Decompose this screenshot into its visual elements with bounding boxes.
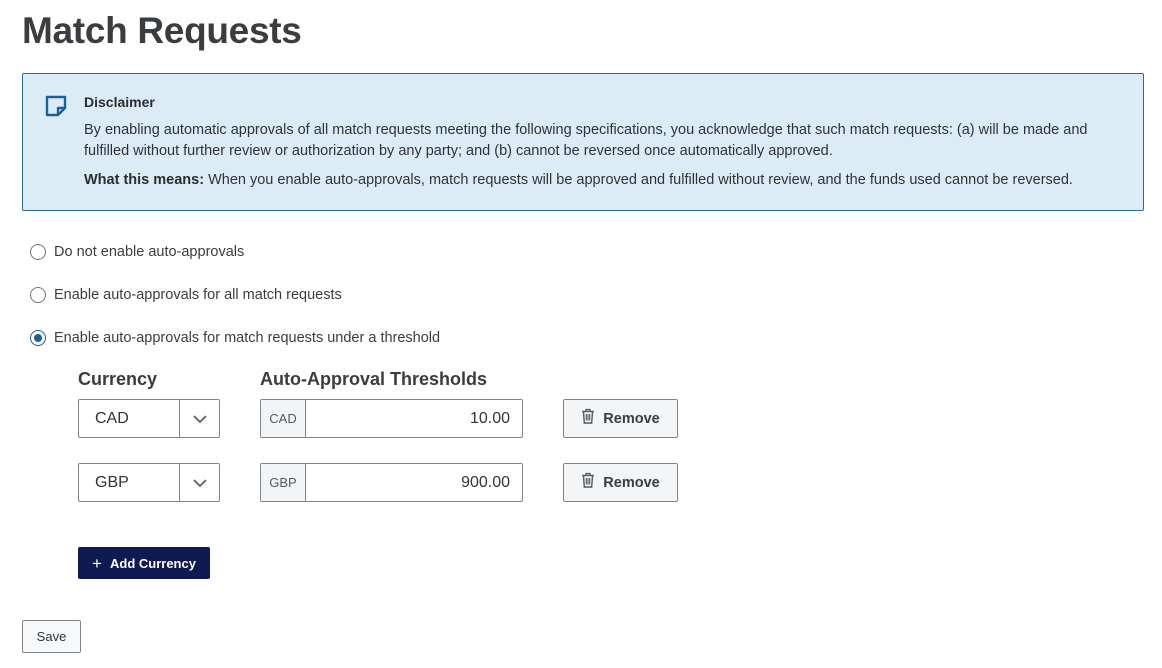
- save-label: Save: [36, 629, 67, 644]
- threshold-input-cad[interactable]: [307, 400, 522, 437]
- radio-enable-threshold[interactable]: [30, 330, 46, 346]
- option-enable-all[interactable]: Enable auto-approvals for all match requ…: [30, 285, 342, 305]
- currency-header: Currency: [78, 369, 158, 389]
- disclaimer-means-text: When you enable auto-approvals, match re…: [204, 172, 1073, 188]
- trash-icon: [581, 408, 595, 429]
- remove-button-gbp[interactable]: Remove: [563, 463, 678, 502]
- remove-button-cad[interactable]: Remove: [563, 399, 678, 438]
- disclaimer-means: What this means: When you enable auto-ap…: [84, 170, 1124, 191]
- threshold-field-cad[interactable]: CAD: [260, 399, 523, 438]
- page-title: Match Requests: [22, 10, 302, 51]
- currency-prefix: CAD: [261, 400, 306, 437]
- currency-select-gbp[interactable]: GBP: [78, 463, 220, 502]
- radio-enable-all[interactable]: [30, 287, 46, 303]
- currency-prefix: GBP: [261, 464, 306, 501]
- trash-icon: [581, 472, 595, 493]
- option-do-not-enable[interactable]: Do not enable auto-approvals: [30, 242, 244, 262]
- currency-select-value: CAD: [95, 410, 129, 427]
- currency-select-value: GBP: [95, 474, 129, 491]
- threshold-header: Auto-Approval Thresholds: [260, 369, 488, 389]
- option-enable-threshold[interactable]: Enable auto-approvals for match requests…: [30, 328, 440, 348]
- add-currency-label: Add Currency: [109, 555, 196, 571]
- disclaimer-body: By enabling automatic approvals of all m…: [84, 122, 1088, 159]
- threshold-field-gbp[interactable]: GBP: [260, 463, 523, 502]
- remove-label: Remove: [603, 410, 660, 427]
- chevron-down-icon[interactable]: [179, 400, 219, 437]
- radio-do-not-enable[interactable]: [30, 244, 46, 260]
- disclaimer-means-label: What this means:: [84, 172, 205, 188]
- add-currency-button[interactable]: + Add Currency: [78, 547, 210, 579]
- note-icon: [44, 94, 68, 118]
- threshold-input-gbp[interactable]: [307, 464, 522, 501]
- option-label[interactable]: Enable auto-approvals for match requests…: [54, 330, 440, 346]
- remove-label: Remove: [603, 474, 660, 491]
- save-button[interactable]: Save: [22, 620, 81, 653]
- chevron-down-icon[interactable]: [179, 464, 219, 501]
- option-label[interactable]: Do not enable auto-approvals: [54, 244, 244, 260]
- currency-select-cad[interactable]: CAD: [78, 399, 220, 438]
- disclaimer-box: Disclaimer By enabling automatic approva…: [22, 73, 1144, 211]
- disclaimer-title: Disclaimer: [84, 94, 155, 110]
- plus-icon: +: [92, 553, 102, 573]
- option-label[interactable]: Enable auto-approvals for all match requ…: [54, 287, 342, 303]
